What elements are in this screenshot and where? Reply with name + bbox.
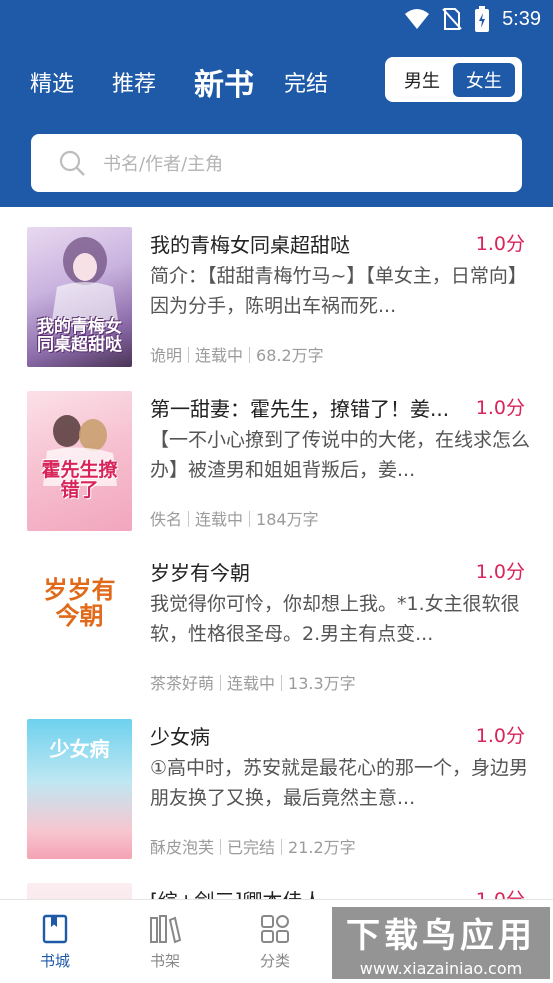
book-item[interactable]: 岁岁有今朝 岁岁有今朝 1.0分 我觉得你可怜，你却想上我。*1.女主很软很软，… [0,535,553,699]
divider [220,839,222,855]
book-meta: 佚名 连载中 184万字 [150,506,319,530]
book-cover: 我的青梅女同桌超甜哒 [27,227,132,367]
book-score: 1.0分 [476,885,525,899]
divider [249,347,251,363]
nav-bookstore[interactable]: 书城 [0,900,110,983]
search-placeholder: 书名/作者/主角 [103,154,224,175]
status-bar: 5:39 [0,0,553,40]
book-list: 我的青梅女同桌超甜哒 我的青梅女同桌超甜哒 1.0分 简介：【甜甜青梅竹马~】【… [0,207,553,899]
divider [188,511,190,527]
book-author: 诡明 [150,346,183,365]
gender-male-option[interactable]: 男生 [391,63,453,97]
book-item[interactable]: [综+剑三]卿本佳人 1.0分 [0,863,553,899]
book-author: 佚名 [150,510,183,529]
category-icon [261,915,289,943]
search-icon [59,150,85,176]
book-word-count: 21.2万字 [288,838,356,857]
search-bar[interactable]: 书名/作者/主角 [31,134,522,192]
nav-label: 书架 [149,952,180,970]
divider [188,347,190,363]
cover-title: 岁岁有今朝 [43,575,116,631]
tab-new-books[interactable]: 新书 [194,60,254,104]
book-score: 1.0分 [475,233,525,255]
book-cover [27,883,132,899]
book-word-count: 184万字 [256,510,319,529]
book-description: ①高中时，苏安就是最花心的那一个，身边男朋友换了又换，最后竟然主意... [150,757,529,809]
book-cover: 岁岁有今朝 [27,555,132,695]
no-sim-icon [442,8,462,30]
cover-title: 我的青梅女同桌超甜哒 [37,317,122,356]
book-status: 已完结 [227,838,276,857]
book-cover: 少女病 [27,719,132,859]
nav-bookshelf[interactable]: 书架 [110,900,220,983]
nav-category[interactable]: 分类 [220,900,330,983]
divider [220,675,222,691]
book-description: 简介：【甜甜青梅竹马~】【单女主，日常向】因为分手，陈明出车祸而死... [150,265,527,317]
book-description: 我觉得你可怜，你却想上我。*1.女主很软很软，性格很圣母。2.男主有点变... [150,593,520,645]
book-title[interactable]: [综+剑三]卿本佳人 [150,885,470,899]
divider [281,839,283,855]
cover-title: 少女病 [49,737,110,761]
divider [249,511,251,527]
cover-title: 霍先生撩错了 [41,459,118,501]
book-title[interactable]: 第一甜妻：霍先生，撩错了！姜... [150,393,470,422]
watermark-main: 下载鸟应用 [346,916,536,956]
nav-label: 分类 [259,952,290,970]
book-status: 连载中 [195,510,244,529]
book-status: 连载中 [195,346,244,365]
tab-completed[interactable]: 完结 [284,66,328,98]
book-score: 1.0分 [475,561,525,583]
status-icons: 5:39 [404,6,541,32]
book-word-count: 68.2万字 [256,346,324,365]
watermark-url: www.xiazainiao.com [359,959,523,978]
battery-icon [475,6,490,32]
category-tabs: 精选 推荐 新书 完结 [30,60,366,104]
book-author: 茶茶好萌 [150,674,215,693]
book-score: 1.0分 [475,397,525,419]
book-meta: 酥皮泡芙 已完结 21.2万字 [150,834,356,858]
gender-toggle: 男生 女生 [385,57,522,102]
tab-recommended[interactable]: 推荐 [112,66,156,98]
book-status: 连载中 [227,674,276,693]
book-author: 酥皮泡芙 [150,838,215,857]
book-title[interactable]: 岁岁有今朝 [150,557,470,586]
book-meta: 诡明 连载中 68.2万字 [150,342,324,366]
book-word-count: 13.3万字 [288,674,356,693]
wifi-icon [405,9,430,29]
book-score: 1.0分 [475,725,525,747]
tab-featured[interactable]: 精选 [30,66,74,98]
book-item[interactable]: 我的青梅女同桌超甜哒 我的青梅女同桌超甜哒 1.0分 简介：【甜甜青梅竹马~】【… [0,207,553,371]
book-title[interactable]: 少女病 [150,721,470,750]
bookshelf-icon [150,915,181,944]
nav-label: 书城 [39,952,70,970]
header: 5:39 精选 推荐 新书 完结 男生 女生 书名/作者/主角 [0,0,553,207]
book-item[interactable]: 霍先生撩错了 第一甜妻：霍先生，撩错了！姜... 1.0分 【一不小心撩到了传说… [0,371,553,535]
divider [281,675,283,691]
book-icon [42,914,68,944]
gender-female-option[interactable]: 女生 [453,62,515,97]
book-title[interactable]: 我的青梅女同桌超甜哒 [150,229,470,258]
book-item[interactable]: 少女病 少女病 1.0分 ①高中时，苏安就是最花心的那一个，身边男朋友换了又换，… [0,699,553,863]
book-meta: 茶茶好萌 连载中 13.3万字 [150,670,356,694]
book-cover: 霍先生撩错了 [27,391,132,531]
status-time: 5:39 [502,7,541,30]
watermark-logo: 下载鸟应用 www.xiazainiao.com [330,905,552,981]
book-description: 【一不小心撩到了传说中的大佬，在线求怎么办】被渣男和姐姐背叛后，姜... [150,429,530,481]
